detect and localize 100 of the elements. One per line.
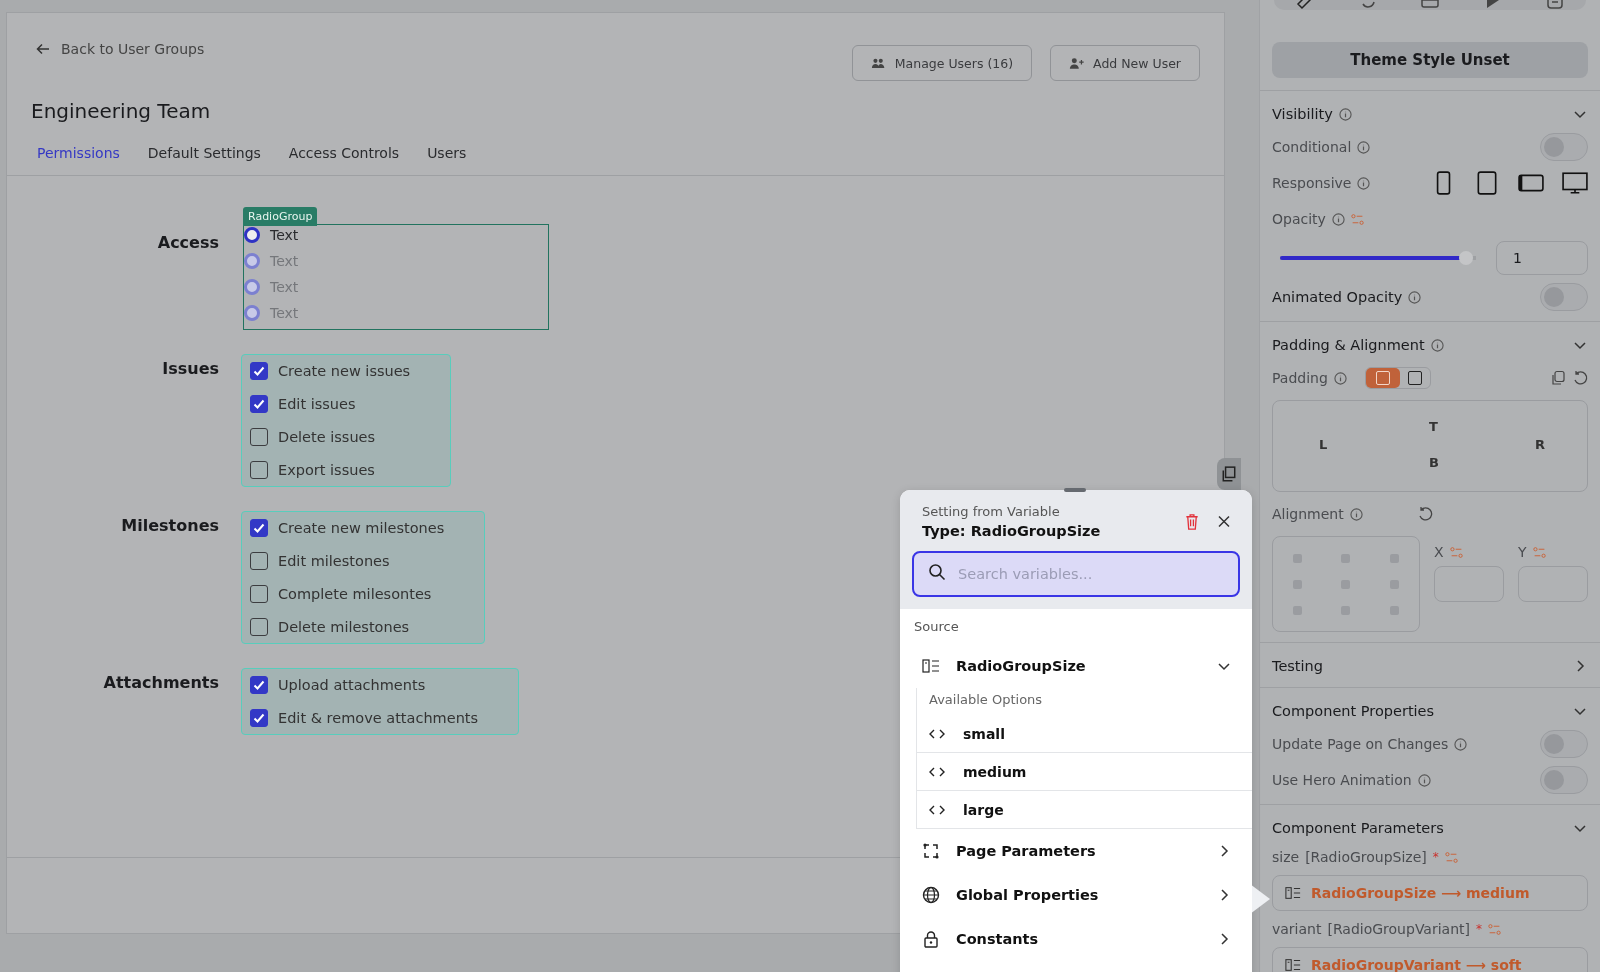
checkbox[interactable] [250, 585, 268, 603]
checkbox-label: Upload attachments [278, 677, 426, 693]
checkbox[interactable] [250, 519, 268, 537]
search-icon [928, 563, 946, 581]
checkbox[interactable] [250, 618, 268, 636]
globe-icon [922, 886, 940, 904]
radio-label: Text [270, 227, 299, 243]
side-label: T [1429, 419, 1438, 434]
popup-subtitle: Setting from Variable [922, 504, 1061, 519]
checkbox-label: Export issues [278, 462, 375, 478]
trash-icon[interactable] [1184, 513, 1200, 530]
toggle-switch[interactable] [1540, 730, 1588, 758]
checkbox-label: Edit milestones [278, 553, 390, 569]
required-mark: * [1476, 922, 1482, 936]
radio-label: Text [270, 279, 299, 295]
drag-handle[interactable] [1064, 488, 1086, 492]
checkbox-label: Edit & remove attachments [278, 710, 479, 726]
option-item[interactable]: small [917, 715, 1252, 753]
enum-icon [922, 657, 940, 675]
checkbox[interactable] [250, 709, 268, 727]
section-label: Issues [161, 359, 219, 378]
copy-icon [1221, 466, 1237, 482]
checkbox-label: Complete milesontes [278, 586, 432, 602]
info-icon [1338, 107, 1352, 121]
radio-button[interactable] [244, 253, 260, 269]
tab[interactable]: Users [417, 145, 477, 171]
checkbox[interactable] [250, 461, 268, 479]
checkbox-label: Create new issues [278, 363, 411, 379]
section-label: Access [156, 233, 219, 252]
section-title: Component Properties [1272, 703, 1435, 719]
field-label: X [1434, 544, 1444, 560]
side-label: R [1535, 437, 1545, 452]
close-icon[interactable] [1216, 513, 1232, 530]
field-label: Conditional [1272, 139, 1352, 155]
checkbox[interactable] [250, 552, 268, 570]
section-label: Attachments [102, 673, 219, 692]
info-icon [1454, 737, 1468, 751]
section-title: Testing [1272, 658, 1323, 674]
arrow-left-icon[interactable] [35, 41, 51, 57]
section-title: Padding & Alignment [1272, 337, 1425, 353]
toggle-switch[interactable] [1540, 766, 1588, 794]
info-icon [1331, 212, 1345, 226]
checkbox-label: Edit issues [278, 396, 356, 412]
variable-group-item[interactable]: Global Properties [914, 873, 1252, 917]
header-button[interactable]: Manage Users (16) [851, 45, 1033, 81]
section-label: Milestones [120, 516, 219, 535]
checkbox[interactable] [250, 362, 268, 380]
option-item[interactable]: medium [917, 753, 1252, 791]
checkbox[interactable] [250, 395, 268, 413]
radio-label: Text [270, 253, 299, 269]
search-field[interactable]: Search variables... [912, 551, 1240, 597]
info-icon [1417, 773, 1431, 787]
field-label: Responsive [1272, 175, 1352, 191]
tab[interactable]: Permissions [27, 145, 130, 171]
parameter-name: size [1272, 849, 1300, 865]
side-label: B [1429, 455, 1439, 470]
checkbox[interactable] [250, 676, 268, 694]
tab[interactable]: Access Controls [278, 145, 410, 171]
parameter-type: [RadioGroupSize] [1305, 849, 1427, 865]
tab[interactable]: Default Settings [137, 145, 271, 171]
info-icon [1333, 371, 1347, 385]
popup-title: Type: RadioGroupSize [922, 523, 1102, 539]
section-title: Component Parameters [1272, 820, 1444, 836]
source-label: Source [914, 619, 960, 634]
padding-editor[interactable]: T L R B [1272, 400, 1588, 492]
checkbox-label: Delete milestones [278, 619, 410, 635]
back-link[interactable]: Back to User Groups [61, 41, 205, 57]
info-icon [1357, 176, 1371, 190]
enum-icon [1285, 957, 1301, 972]
code-icon [929, 804, 945, 815]
opacity-input[interactable]: 1 [1496, 241, 1588, 275]
variable-group-item[interactable]: Constants [914, 917, 1252, 961]
parameter-type: [RadioGroupVariant] [1327, 921, 1470, 937]
header-button[interactable]: Add New User [1050, 45, 1200, 81]
source-item[interactable]: RadioGroupSize [914, 644, 1252, 688]
field-label: Opacity [1272, 211, 1326, 227]
info-icon [1349, 507, 1363, 521]
add-user-icon [1069, 56, 1086, 70]
variable-group-item[interactable]: Page Parameters [914, 829, 1252, 873]
radio-button[interactable] [244, 279, 260, 295]
options-label: Available Options [928, 691, 1044, 709]
lock-icon [922, 930, 940, 948]
toggle-switch[interactable] [1540, 283, 1588, 311]
code-icon [929, 728, 945, 739]
copy-tab[interactable] [1217, 458, 1241, 490]
toggle-switch[interactable] [1540, 133, 1588, 161]
option-item[interactable]: large [917, 791, 1252, 829]
checkbox[interactable] [250, 428, 268, 446]
copy-icon[interactable] [1550, 370, 1566, 386]
radio-button[interactable] [244, 305, 260, 321]
field-label: Padding [1272, 370, 1328, 386]
radio-button[interactable] [244, 227, 260, 243]
reset-icon[interactable] [1572, 370, 1588, 386]
field-label: Animated Opacity [1272, 289, 1403, 305]
checkbox-label: Create new milestones [278, 520, 445, 536]
field-label: Y [1518, 544, 1527, 560]
info-icon [1408, 290, 1422, 304]
desktop-icon[interactable] [1562, 170, 1588, 196]
theme-style-button[interactable]: Theme Style Unset [1272, 42, 1588, 78]
info-icon [1430, 338, 1444, 352]
